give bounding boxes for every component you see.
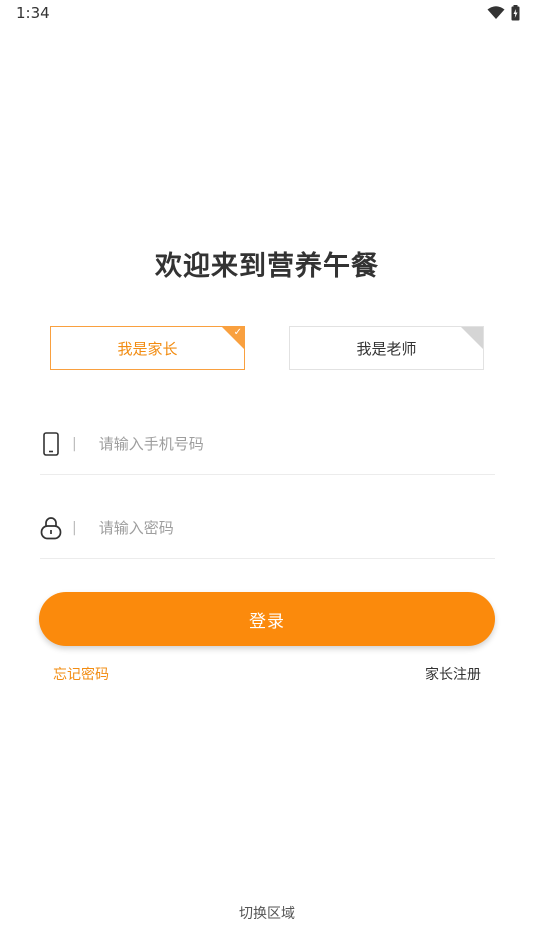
check-icon: ✓ (233, 327, 242, 338)
status-bar: 1:34 (0, 0, 534, 28)
phone-input-row: | (40, 414, 495, 475)
lock-icon (40, 516, 62, 540)
battery-charging-icon (511, 5, 520, 21)
password-input-row: | (40, 498, 495, 559)
parent-register-link[interactable]: 家长注册 (425, 664, 481, 684)
wifi-icon (487, 6, 505, 20)
unselected-corner-marker (461, 327, 483, 349)
forgot-password-link[interactable]: 忘记密码 (53, 664, 109, 684)
role-parent-button[interactable]: 我是家长 ✓ (50, 326, 245, 370)
password-input[interactable] (96, 518, 495, 538)
mobile-phone-icon (40, 432, 62, 456)
role-parent-label: 我是家长 (117, 339, 178, 358)
status-icons (487, 5, 520, 21)
page-title: 欢迎来到营养午餐 (155, 251, 379, 282)
role-teacher-label: 我是老师 (356, 339, 417, 358)
switch-region-link[interactable]: 切换区域 (0, 903, 534, 923)
input-separator: | (72, 436, 77, 452)
input-separator: | (72, 520, 77, 536)
role-teacher-button[interactable]: 我是老师 (289, 326, 484, 370)
login-button[interactable]: 登录 (39, 592, 495, 646)
phone-input[interactable] (96, 434, 495, 454)
status-time: 1:34 (16, 4, 50, 22)
